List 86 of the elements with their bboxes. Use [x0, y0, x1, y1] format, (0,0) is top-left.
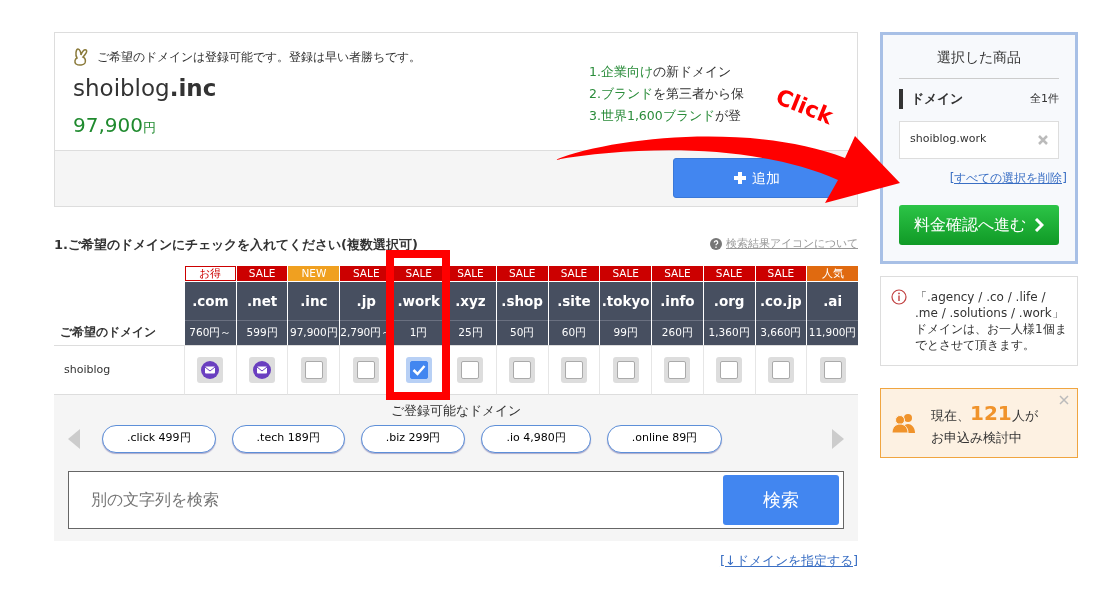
- click-annotation: Click: [771, 82, 838, 132]
- feature-text: 1.企業向けの新ドメイン: [589, 63, 731, 81]
- tld-header: .inc: [288, 282, 340, 320]
- chevron-icon: [1034, 217, 1044, 232]
- section-heading: 1.ご希望のドメインにチェックを入れてください(複数選択可): [54, 235, 418, 254]
- domain-name-cell-text: shoiblog: [64, 361, 111, 378]
- domain-checkbox[interactable]: [716, 357, 743, 383]
- domain-checkbox[interactable]: [612, 357, 639, 383]
- domain-badge: 人気: [807, 266, 858, 281]
- feature-text: 2.ブランド を第三者から保: [589, 85, 744, 103]
- domain-checkbox[interactable]: [457, 357, 484, 383]
- domain-checkbox[interactable]: [353, 357, 380, 383]
- item-count: 全1件: [1030, 90, 1059, 107]
- help-icon: [710, 238, 722, 251]
- clear-selection-link[interactable]: [すべての選択を削除]: [949, 170, 1067, 185]
- notice-text: 「.agency / .co / .life / .me / .solutions / .work」ドメインは、お一人様1個までとさせて頂きます。: [915, 288, 1067, 353]
- feature-text: 3.世界1,600ブランドが登: [589, 107, 741, 125]
- tld-price: 50円: [496, 320, 548, 345]
- suggestions-title: ご登録可能なドメイン: [390, 402, 522, 420]
- domain-suggestion-chip[interactable]: .biz 299円: [360, 424, 466, 453]
- remove-icon: [1038, 134, 1048, 145]
- domain-checkbox[interactable]: [509, 357, 536, 383]
- help-link[interactable]: 検索結果アイコンについて: [726, 236, 858, 253]
- checkmark-icon: [411, 364, 426, 376]
- tld-price: 3,660円: [755, 320, 807, 345]
- tld-header: .com: [185, 282, 236, 320]
- domain-suggestion-chip[interactable]: .tech 189円: [231, 424, 345, 453]
- domain-badge: SALE: [703, 266, 755, 281]
- domain-badge: SALE: [652, 266, 703, 281]
- tld-header: .info: [652, 282, 703, 320]
- domain-checkbox[interactable]: [664, 357, 691, 383]
- tld-header: .tokyo: [600, 282, 651, 320]
- tld-header: .work: [393, 282, 445, 320]
- tld-price: 1,360円: [703, 320, 755, 345]
- tld-price: 760円～: [185, 320, 236, 345]
- tld-header: .net: [236, 282, 288, 320]
- tld-header: .ai: [807, 282, 858, 320]
- tld-header: .site: [548, 282, 600, 320]
- viewers-text: お申込み検討中: [931, 428, 1023, 447]
- domain-checkbox[interactable]: [300, 357, 327, 383]
- tld-price: 99円: [600, 320, 651, 345]
- viewers-text: 現在、121人が: [931, 399, 1038, 427]
- domain-name: shoiblog.inc: [73, 74, 218, 103]
- tld-price: 599円: [236, 320, 288, 345]
- domain-checkbox[interactable]: [560, 357, 587, 383]
- domain-badge: NEW: [288, 266, 340, 281]
- proceed-button[interactable]: 料金確認へ進む: [899, 204, 1059, 245]
- taken-mail-icon: [249, 357, 276, 383]
- tld-header: .co.jp: [755, 282, 807, 320]
- taken-mail-icon: [197, 357, 224, 383]
- domain-badge: SALE: [393, 266, 445, 281]
- people-icon: [891, 412, 917, 433]
- domain-badge: SALE: [236, 266, 288, 281]
- rabbit-icon: [73, 47, 89, 67]
- tld-price: 97,900円: [288, 320, 340, 345]
- tld-price: 60円: [548, 320, 600, 345]
- search-field[interactable]: 別の文字列を検索 検索: [68, 470, 844, 529]
- tld-price: 1円: [393, 320, 445, 345]
- domain-suggestion-chip[interactable]: .online 89円: [606, 424, 723, 453]
- info-icon: [891, 288, 907, 305]
- selected-domain: shoiblog.work: [910, 131, 987, 148]
- arrow-left-icon: [68, 428, 80, 449]
- domain-checkbox[interactable]: [767, 357, 794, 383]
- domain-badge: お得: [185, 266, 236, 281]
- search-button[interactable]: 検索: [723, 474, 839, 525]
- tld-header: .org: [703, 282, 755, 320]
- cart-section-label: ドメイン: [899, 89, 963, 109]
- message-text: ご希望のドメインは登録可能です。登録は早い者勝ちです。: [97, 49, 421, 66]
- domain-checkbox[interactable]: [819, 357, 846, 383]
- domain-suggestion-chip[interactable]: .click 499円: [102, 424, 216, 453]
- cart-title: 選択した商品: [899, 47, 1059, 79]
- tld-header: .shop: [496, 282, 548, 320]
- domain-checkbox[interactable]: [405, 357, 432, 383]
- domain-badge: SALE: [496, 266, 548, 281]
- row-label: ご希望のドメイン: [59, 323, 157, 341]
- domain-badge: SALE: [755, 266, 807, 281]
- domain-price: 97,900円: [73, 111, 157, 139]
- close-icon: [1059, 394, 1069, 405]
- arrow-right-icon: [832, 428, 844, 449]
- specify-domain-link[interactable]: [↓ドメインを指定する]: [719, 552, 858, 568]
- plus-icon: [734, 172, 746, 184]
- domain-badge: SALE: [600, 266, 651, 281]
- tld-price: 11,900円: [807, 320, 858, 345]
- domain-suggestion-chip[interactable]: .io 4,980円: [481, 424, 591, 453]
- domain-badge: SALE: [548, 266, 600, 281]
- tld-price: 260円: [652, 320, 703, 345]
